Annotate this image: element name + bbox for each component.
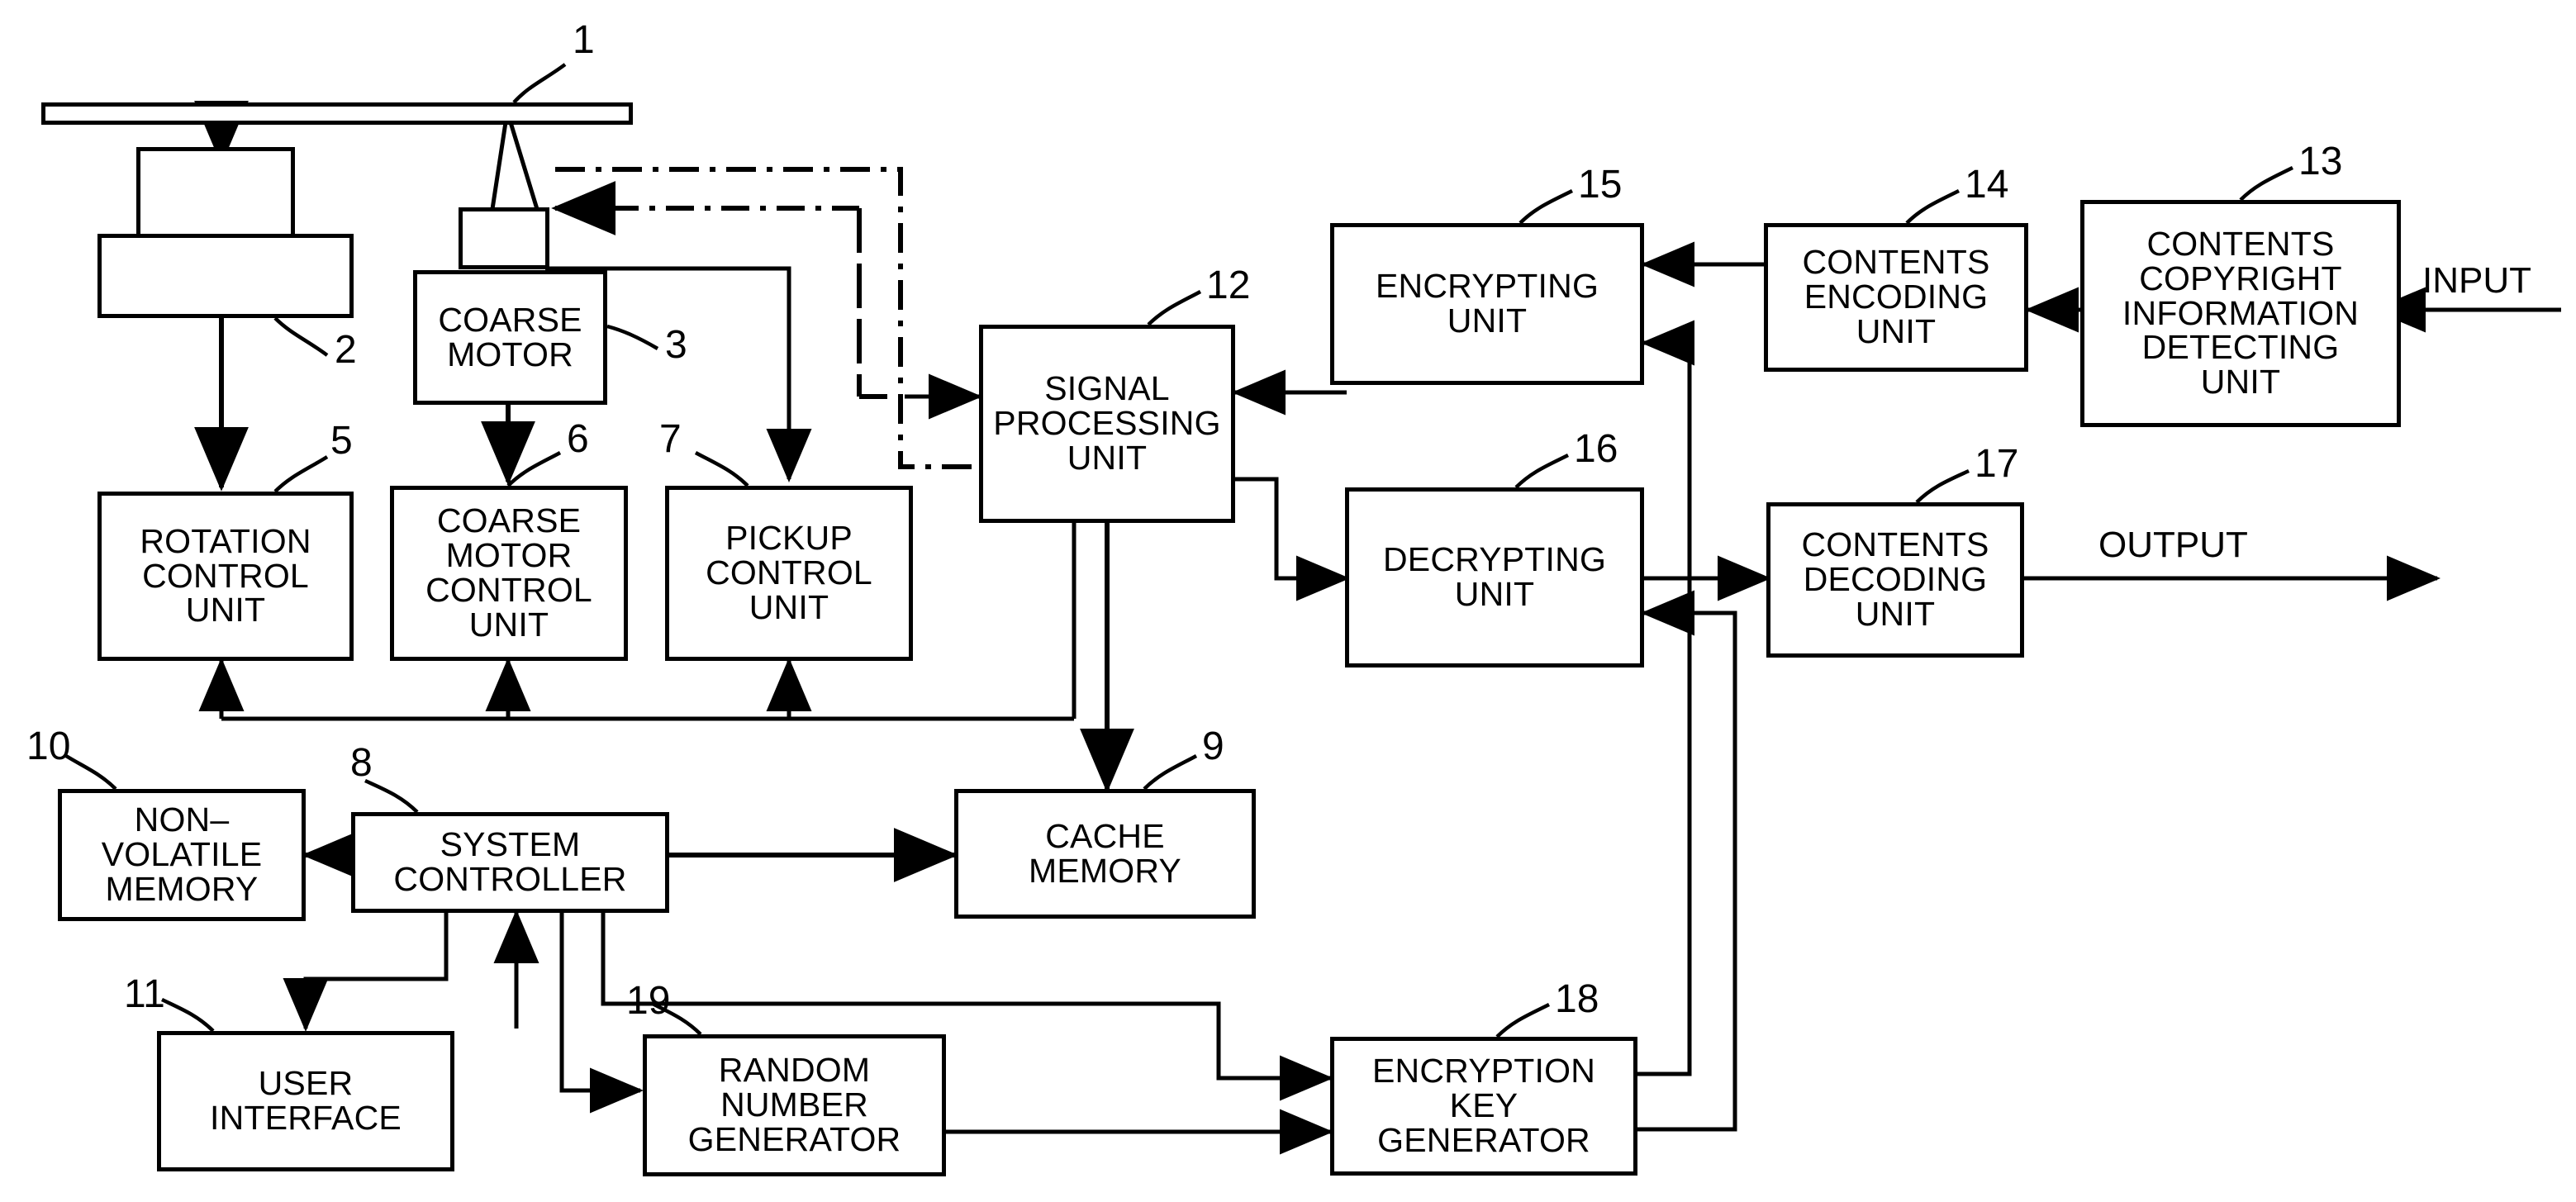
patent-figure: COARSE MOTOR ROTATION CONTROL UNIT COARS…	[0, 0, 2576, 1202]
leader-5	[273, 455, 329, 493]
ref-numeral-2: 2	[335, 328, 357, 372]
ref-numeral-10: 10	[26, 725, 71, 768]
ref-numeral-5: 5	[330, 419, 353, 463]
leader-15	[1519, 188, 1574, 225]
ref-numeral-3: 3	[665, 323, 687, 367]
ref-numeral-13: 13	[2298, 140, 2343, 183]
leader-6	[506, 451, 562, 487]
leader-11	[161, 997, 215, 1033]
leader-9	[1143, 754, 1198, 791]
leader-3	[606, 324, 659, 350]
leader-8	[364, 778, 419, 814]
leader-16	[1514, 453, 1570, 489]
leader-17	[1915, 468, 1970, 504]
leader-18	[1495, 1002, 1551, 1038]
ref-numeral-16: 16	[1574, 427, 1618, 471]
leader-14	[1905, 188, 1961, 225]
ref-numeral-8: 8	[350, 741, 373, 785]
leader-line-layer	[64, 63, 2294, 1038]
leader-10	[64, 754, 117, 791]
leader-2	[273, 316, 329, 357]
ref-numeral-12: 12	[1206, 264, 1251, 307]
ref-numeral-6: 6	[567, 417, 589, 461]
ref-numeral-9: 9	[1202, 725, 1224, 768]
ref-numeral-17: 17	[1975, 442, 2019, 486]
leader-1	[512, 63, 567, 104]
output-label: OUTPUT	[2098, 525, 2248, 565]
ref-numeral-1: 1	[573, 18, 595, 62]
ref-numeral-15: 15	[1578, 163, 1623, 207]
ref-numeral-18: 18	[1555, 977, 1599, 1021]
leader-12	[1147, 290, 1202, 326]
leader-7	[694, 451, 749, 487]
ref-numeral-19: 19	[626, 979, 671, 1023]
ref-numeral-11: 11	[124, 972, 165, 1016]
ref-numeral-7: 7	[659, 417, 682, 461]
ref-numeral-14: 14	[1965, 163, 2009, 207]
input-label: INPUT	[2422, 260, 2531, 301]
leader-13	[2239, 165, 2294, 202]
